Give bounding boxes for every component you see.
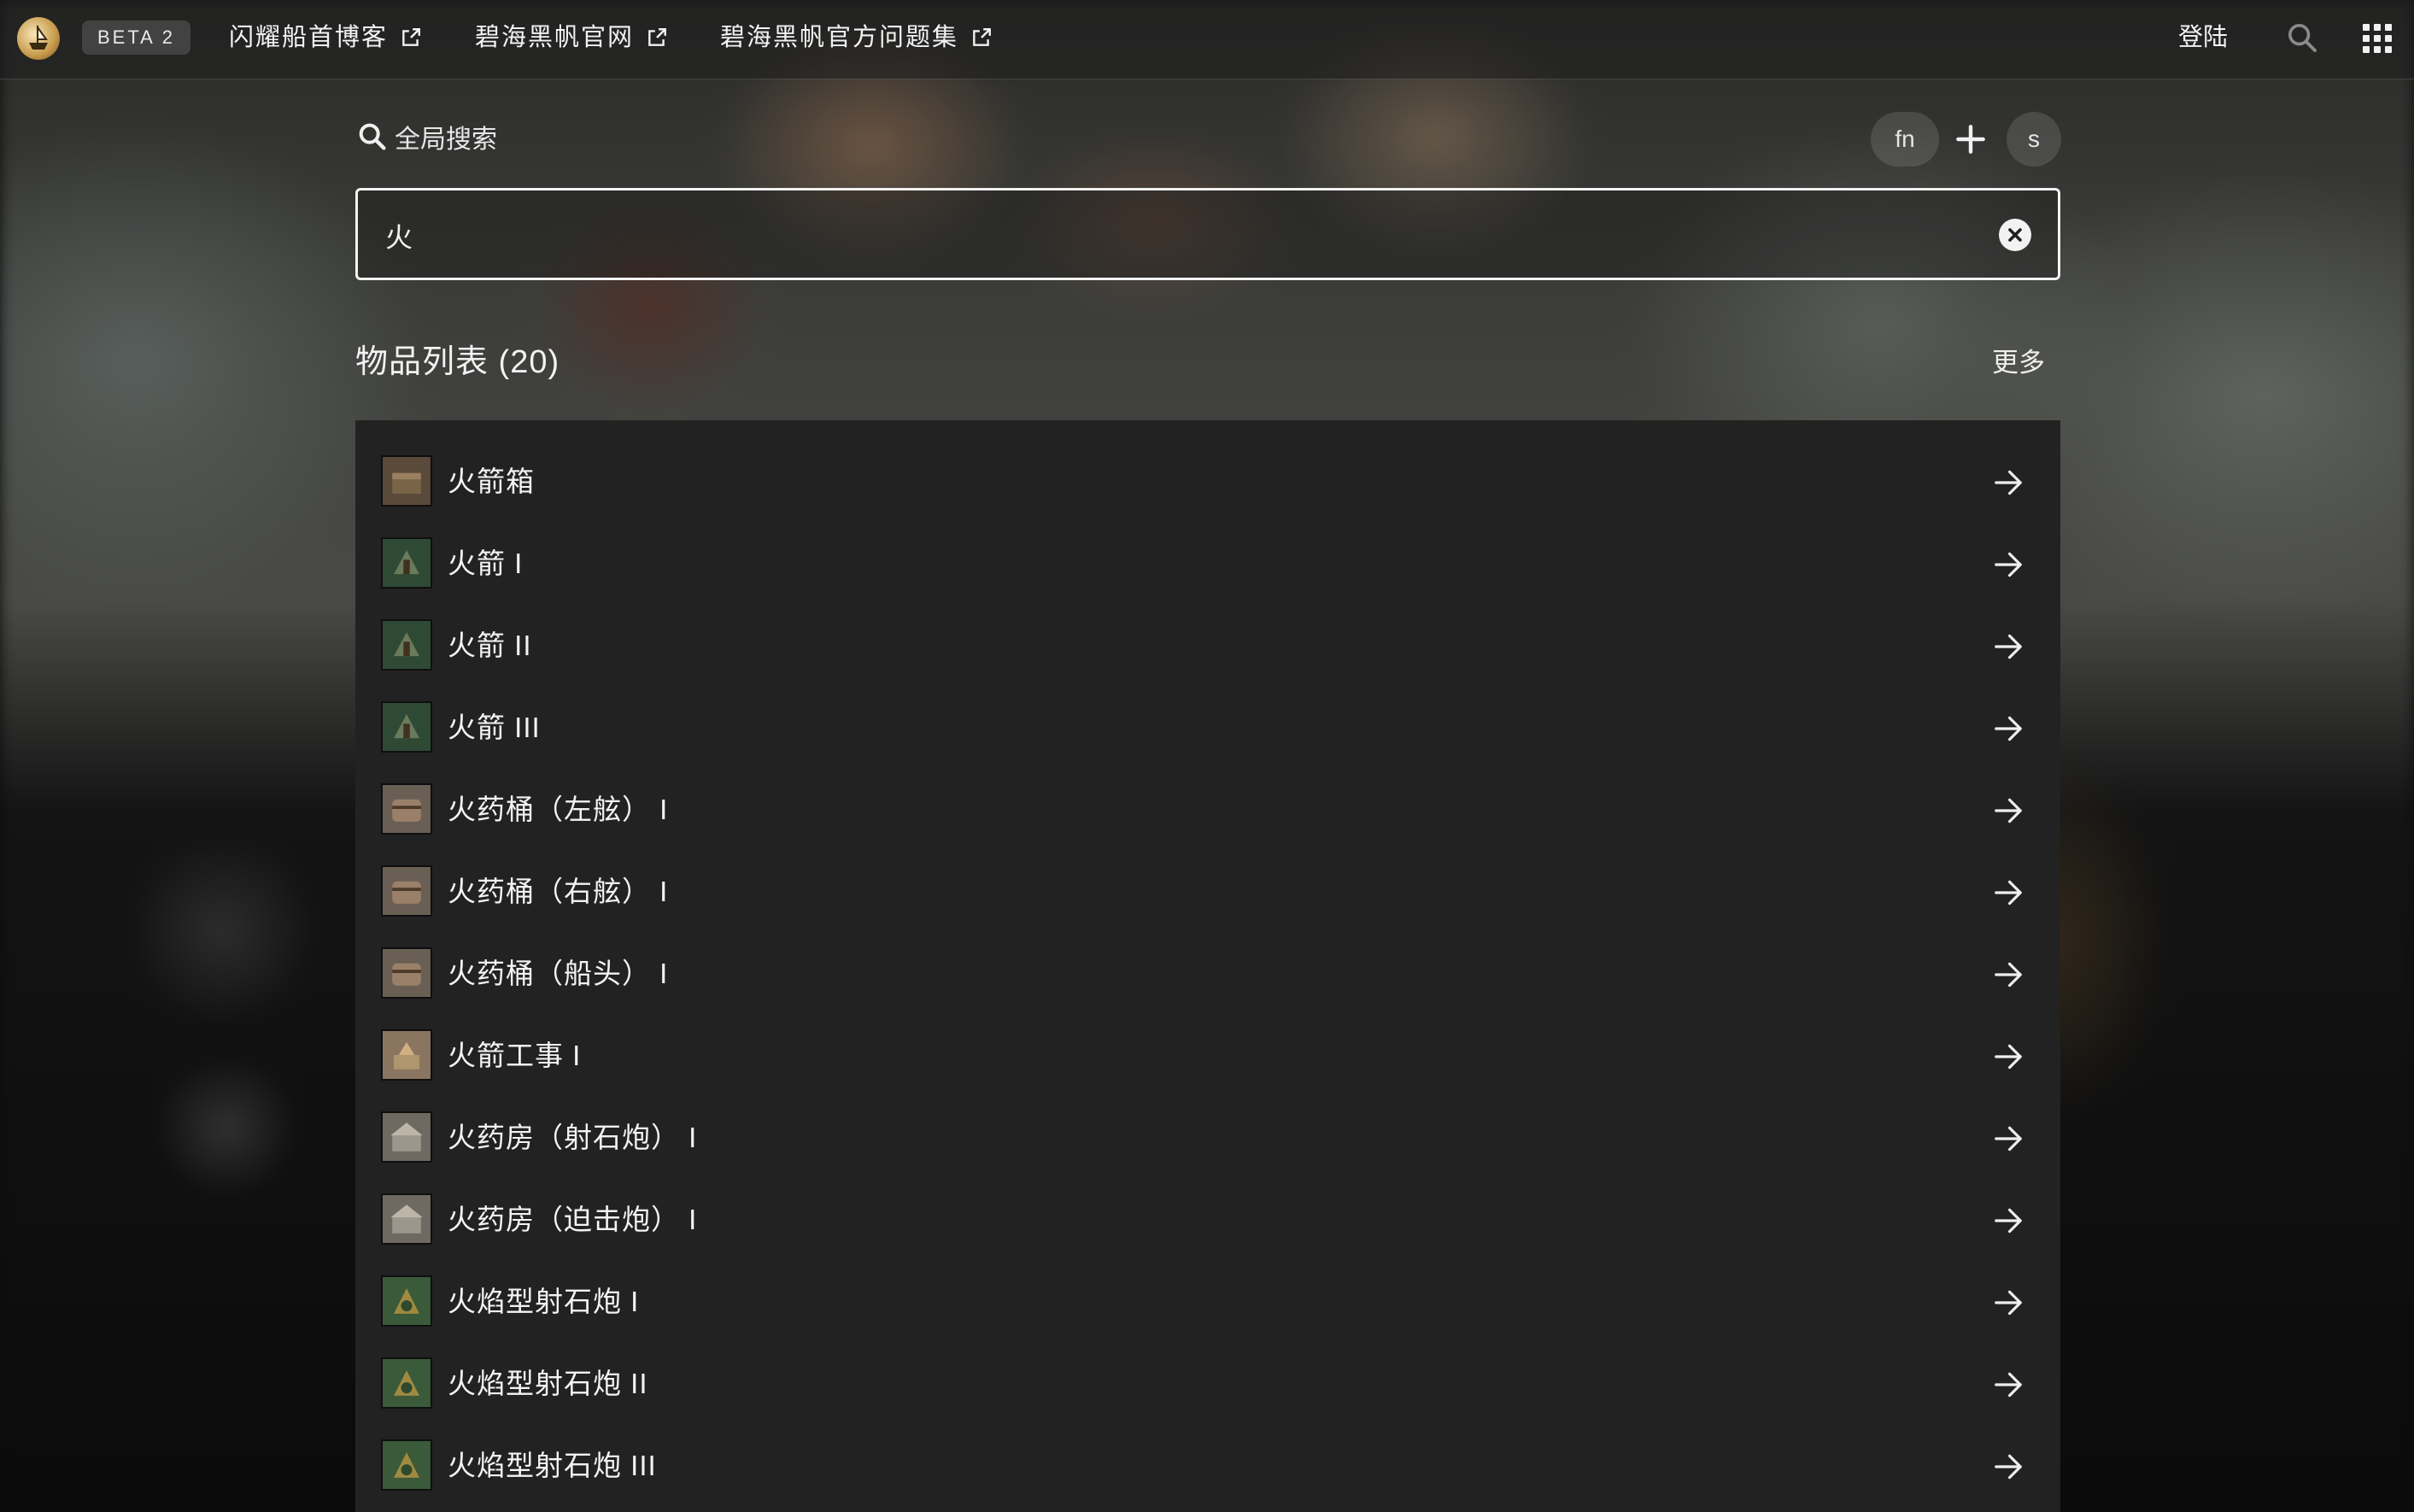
result-item[interactable]: 火焰型射石炮 I: [355, 1261, 2060, 1343]
item-thumbnail: [381, 783, 432, 835]
login-link[interactable]: 登陆: [2178, 19, 2228, 56]
arrow-right-icon[interactable]: [1992, 1368, 2024, 1401]
search-icon[interactable]: [2285, 21, 2319, 55]
result-item[interactable]: 火药房（迫击炮） I: [355, 1179, 2060, 1261]
apps-grid-icon[interactable]: [2363, 24, 2392, 53]
search-box: [355, 188, 2060, 280]
item-thumbnail: [381, 1111, 432, 1163]
nav-link-faq[interactable]: 碧海黑帆官方问题集: [720, 19, 993, 56]
arrow-right-icon[interactable]: [1992, 630, 2024, 663]
item-name: 火箭工事 I: [448, 1040, 582, 1071]
arrow-right-icon[interactable]: [1992, 466, 2024, 499]
clear-search-button[interactable]: [1999, 219, 2031, 251]
item-name: 火焰型射石炮 II: [448, 1368, 648, 1399]
results-list: 火箭箱火箭 I 火箭 II 火箭 III 火药桶（左舷） I 火药桶（右舷） I 火药桶（…: [355, 420, 2060, 1512]
item-name: 火药桶（左舷） I: [448, 794, 669, 825]
item-name: 火药房（射石炮） I: [448, 1122, 698, 1153]
nav-link-official-site[interactable]: 碧海黑帆官网: [475, 19, 668, 56]
item-name: 火箭箱: [448, 466, 535, 497]
search-icon: [359, 123, 386, 150]
arrow-right-icon[interactable]: [1992, 958, 2024, 991]
arrow-right-icon[interactable]: [1992, 794, 2024, 827]
nav-link-label: 碧海黑帆官方问题集: [720, 24, 959, 51]
item-thumbnail: [381, 865, 432, 917]
result-item[interactable]: 火焰型射石炮 III: [355, 1425, 2060, 1507]
global-search-label: 全局搜索: [395, 126, 497, 154]
top-nav-bar: BETA 2 闪耀船首博客 碧海黑帆官网 碧海黑帆官方问题集 登陆: [0, 0, 2414, 79]
s-button[interactable]: s: [2007, 112, 2061, 167]
result-item[interactable]: 火箭 II: [355, 605, 2060, 687]
result-item[interactable]: 火药桶（左舷） I: [355, 769, 2060, 851]
result-item[interactable]: 火药桶（船头） I: [355, 933, 2060, 1015]
result-item[interactable]: 火焰型射石炮 II: [355, 1343, 2060, 1425]
arrow-right-icon[interactable]: [1992, 712, 2024, 745]
result-item[interactable]: 火药房（射石炮） I: [355, 1097, 2060, 1179]
item-name: 火药桶（船头） I: [448, 958, 669, 989]
item-name: 火焰型射石炮 I: [448, 1286, 640, 1317]
more-link[interactable]: 更多: [1992, 341, 2045, 379]
item-name: 火焰型射石炮 III: [448, 1450, 657, 1481]
fn-button[interactable]: fn: [1871, 112, 1939, 167]
plus-icon[interactable]: [1952, 120, 1989, 158]
external-link-icon: [402, 28, 420, 46]
results-title: 物品列表 (20): [355, 344, 560, 380]
item-name: 火箭 II: [448, 630, 532, 661]
nav-link-label: 碧海黑帆官网: [475, 24, 635, 51]
item-name: 火箭 I: [448, 548, 524, 579]
item-name: 火箭 III: [448, 712, 541, 743]
item-thumbnail: [381, 1439, 432, 1491]
ship-logo-icon: [29, 24, 48, 50]
arrow-right-icon[interactable]: [1992, 1204, 2024, 1237]
site-logo[interactable]: [17, 17, 60, 60]
item-thumbnail: [381, 1357, 432, 1409]
nav-link-label: 闪耀船首博客: [229, 24, 389, 51]
item-thumbnail: [381, 947, 432, 999]
external-link-icon: [973, 28, 991, 46]
external-link-icon: [648, 28, 666, 46]
item-name: 火药房（迫击炮） I: [448, 1204, 698, 1235]
arrow-right-icon[interactable]: [1992, 1122, 2024, 1155]
result-item[interactable]: 火药桶（右舷） I: [355, 851, 2060, 933]
result-item[interactable]: 火箭 I: [355, 523, 2060, 605]
item-name: 火药桶（右舷） I: [448, 876, 669, 907]
arrow-right-icon[interactable]: [1992, 548, 2024, 581]
item-thumbnail: [381, 1193, 432, 1245]
result-item[interactable]: 火箭 III: [355, 687, 2060, 769]
beta-badge: BETA 2: [82, 21, 190, 55]
item-thumbnail: [381, 1275, 432, 1327]
global-search-heading: 全局搜索: [355, 118, 497, 155]
arrow-right-icon[interactable]: [1992, 876, 2024, 909]
item-thumbnail: [381, 537, 432, 589]
item-thumbnail: [381, 455, 432, 507]
arrow-right-icon[interactable]: [1992, 1450, 2024, 1483]
arrow-right-icon[interactable]: [1992, 1040, 2024, 1073]
item-thumbnail: [381, 619, 432, 671]
close-icon: [2008, 228, 2022, 242]
result-item[interactable]: 火箭工事 I: [355, 1015, 2060, 1097]
search-input[interactable]: [384, 208, 1993, 264]
nav-link-blog[interactable]: 闪耀船首博客: [229, 19, 422, 56]
item-thumbnail: [381, 1029, 432, 1081]
arrow-right-icon[interactable]: [1992, 1286, 2024, 1319]
result-item[interactable]: 火箭箱: [355, 441, 2060, 523]
item-thumbnail: [381, 701, 432, 753]
